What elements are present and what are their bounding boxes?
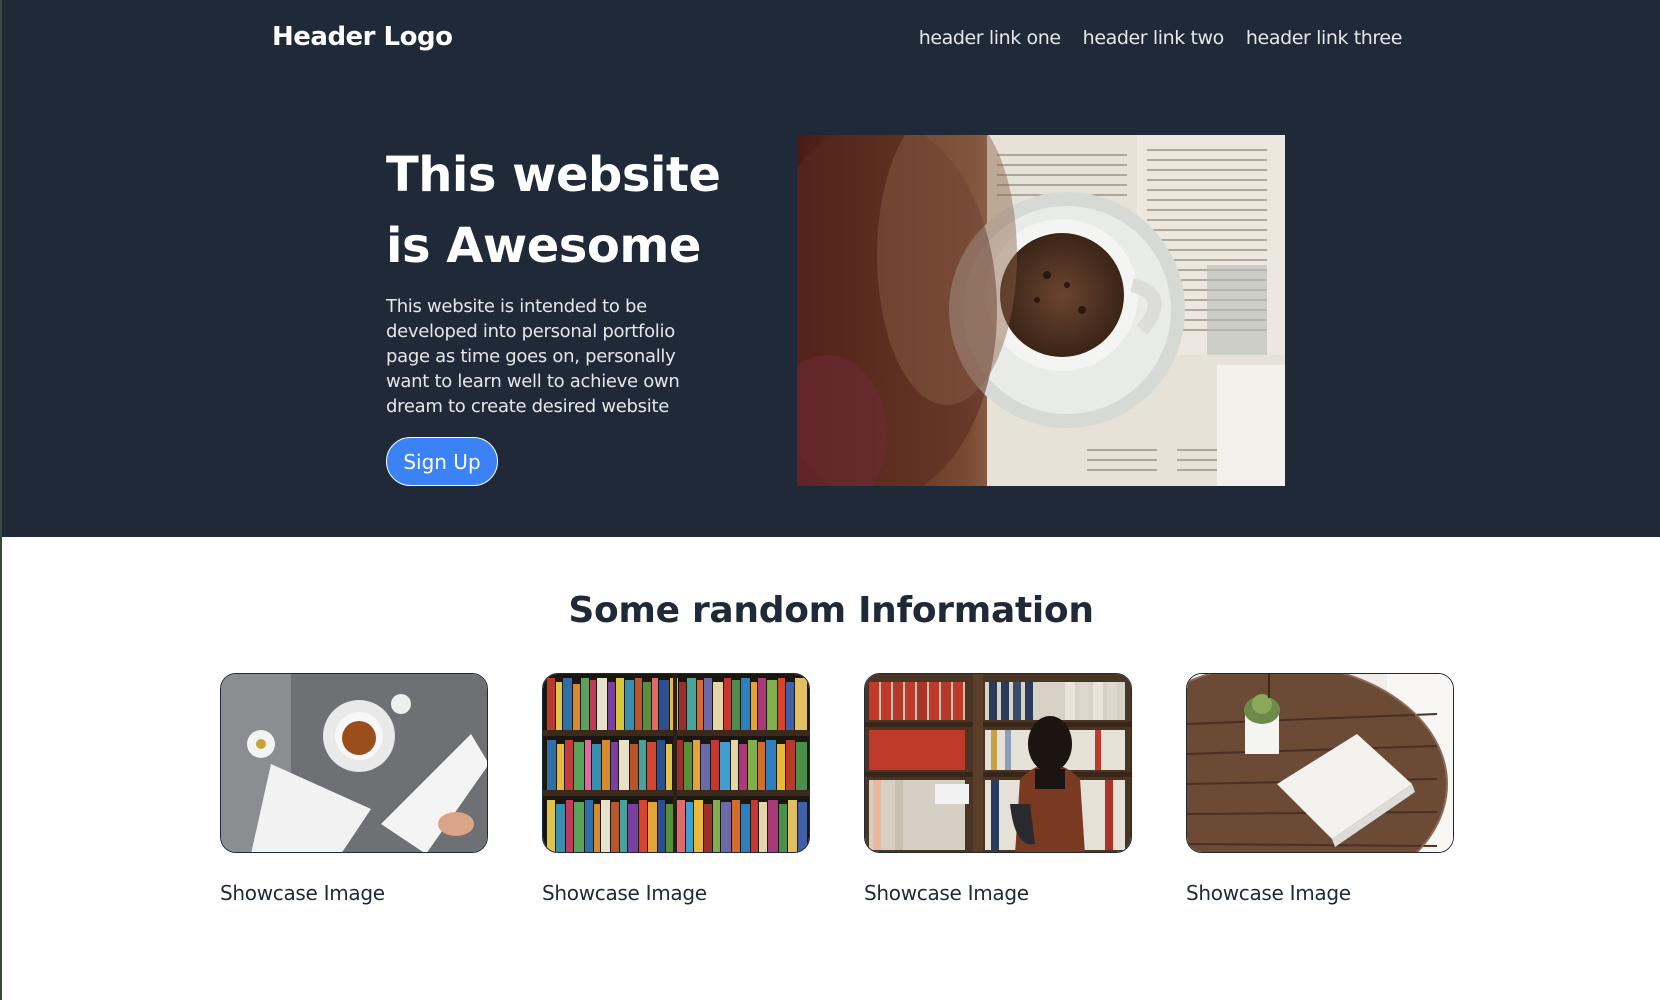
- showcase-cards: Showcase Image Showcase Image Showcase I…: [220, 673, 1454, 913]
- header-nav: header link one header link two header l…: [919, 27, 1403, 49]
- hero-section: Header Logo header link one header link …: [2, 0, 1660, 537]
- header-link-one[interactable]: header link one: [919, 27, 1061, 49]
- showcase-card: Showcase Image: [864, 673, 1132, 905]
- header-link-three[interactable]: header link three: [1246, 27, 1402, 49]
- showcase-caption: Showcase Image: [1186, 881, 1351, 905]
- showcase-card: Showcase Image: [542, 673, 810, 905]
- showcase-image-tea-books[interactable]: [220, 673, 488, 853]
- page: Header Logo header link one header link …: [0, 0, 1660, 1000]
- showcase-image-bookshelf[interactable]: [542, 673, 810, 853]
- showcase-image-table-book[interactable]: [1186, 673, 1454, 853]
- hero-description: This website is intended to be developed…: [386, 296, 680, 417]
- showcase-caption: Showcase Image: [542, 881, 707, 905]
- showcase-caption: Showcase Image: [220, 881, 385, 905]
- showcase-card: Showcase Image: [220, 673, 488, 905]
- header-logo[interactable]: Header Logo: [272, 22, 453, 52]
- hero-title: This website is Awesome: [386, 147, 721, 274]
- showcase-caption: Showcase Image: [864, 881, 1029, 905]
- sign-up-button[interactable]: Sign Up: [386, 437, 498, 486]
- header-link-two[interactable]: header link two: [1083, 27, 1225, 49]
- showcase-card: Showcase Image: [1186, 673, 1454, 905]
- showcase-image-library-person[interactable]: [864, 673, 1132, 853]
- info-section-title: Some random Information: [568, 590, 1094, 631]
- hero-image-coffee-book: [797, 135, 1285, 486]
